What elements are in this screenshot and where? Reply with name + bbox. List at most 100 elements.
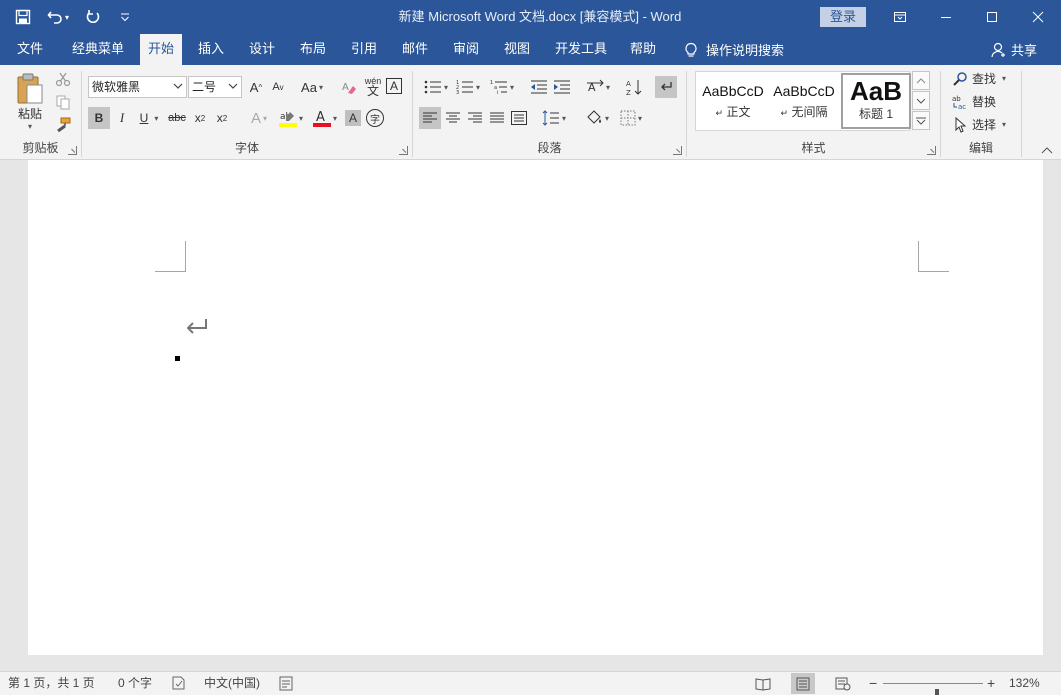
- tab-home[interactable]: 开始: [140, 34, 182, 65]
- show-hide-marks-button[interactable]: [655, 76, 677, 98]
- superscript-button[interactable]: x2: [212, 107, 232, 129]
- align-right-button[interactable]: [464, 107, 486, 129]
- eraser-icon: A: [342, 82, 356, 94]
- shrink-font-button[interactable]: Av: [268, 76, 288, 98]
- borders-button[interactable]: ▾: [615, 107, 647, 129]
- tab-insert[interactable]: 插入: [190, 34, 232, 65]
- multilevel-list-button[interactable]: 1 a i ▾: [485, 76, 519, 98]
- borders-icon: [620, 110, 636, 126]
- font-launcher-icon[interactable]: [399, 146, 408, 155]
- italic-button[interactable]: I: [111, 107, 133, 129]
- bullets-button[interactable]: ▾: [421, 76, 451, 98]
- sort-button[interactable]: AZ: [623, 76, 645, 98]
- highlight-button[interactable]: ab ▾: [276, 107, 306, 129]
- styles-group: 样式: [687, 65, 940, 160]
- tab-mailings[interactable]: 邮件: [394, 34, 436, 65]
- language-indicator[interactable]: 中文(中国): [204, 672, 260, 695]
- window-controls: [877, 0, 1061, 34]
- zoom-slider[interactable]: [883, 683, 983, 695]
- save-button[interactable]: [10, 4, 36, 30]
- tab-review[interactable]: 审阅: [445, 34, 487, 65]
- tab-references[interactable]: 引用: [343, 34, 385, 65]
- tab-design[interactable]: 设计: [241, 34, 283, 65]
- paste-icon: [17, 73, 43, 104]
- bold-button[interactable]: B: [88, 107, 110, 129]
- clipboard-launcher-icon[interactable]: [68, 146, 77, 155]
- justify-button[interactable]: [486, 107, 508, 129]
- editing-group-label: 编辑: [968, 141, 993, 155]
- redo-button[interactable]: [80, 4, 106, 30]
- read-mode-button[interactable]: [751, 673, 775, 694]
- proofing-button[interactable]: [171, 675, 187, 695]
- ribbon-display-options-button[interactable]: [877, 0, 923, 34]
- distributed-button[interactable]: [508, 107, 530, 129]
- change-case-button[interactable]: Aa ▾: [296, 76, 328, 98]
- collapse-ribbon-button[interactable]: [1038, 143, 1056, 157]
- svg-text:A: A: [626, 80, 631, 88]
- character-border-button[interactable]: A: [386, 78, 402, 94]
- copy-button[interactable]: [52, 92, 74, 112]
- undo-button[interactable]: ▾: [42, 4, 74, 30]
- tab-layout[interactable]: 布局: [292, 34, 334, 65]
- line-spacing-button[interactable]: ▾: [539, 107, 569, 129]
- tab-classic-menu[interactable]: 经典菜单: [60, 34, 136, 65]
- zoom-in-button[interactable]: +: [987, 672, 995, 695]
- maximize-button[interactable]: [969, 0, 1015, 34]
- subscript-button[interactable]: x2: [190, 107, 210, 129]
- word-count[interactable]: 0 个字: [118, 672, 152, 695]
- format-painter-button[interactable]: [52, 115, 74, 135]
- styles-group-label: 样式: [801, 141, 826, 155]
- numbering-button[interactable]: 1 2 3 ▾: [453, 76, 483, 98]
- tab-help[interactable]: 帮助: [622, 34, 664, 65]
- close-button[interactable]: [1015, 0, 1061, 34]
- customize-qat-button[interactable]: [112, 4, 138, 30]
- vertical-scrollbar[interactable]: [1044, 160, 1061, 671]
- sort-icon: AZ: [626, 80, 642, 96]
- font-color-button[interactable]: A ▾: [310, 107, 340, 129]
- enclose-characters-label: 字: [370, 114, 380, 126]
- paragraph-group: ▾ 1 2 3 ▾ 1 a i ▾ A ▾ AZ ▾ ▾ ▾ 段落: [413, 65, 686, 160]
- grow-font-button[interactable]: A ^: [246, 76, 266, 98]
- document-page[interactable]: [28, 160, 1043, 655]
- tab-view[interactable]: 视图: [496, 34, 538, 65]
- font-size-combo[interactable]: 二号: [188, 76, 242, 98]
- share-button[interactable]: 共享: [991, 34, 1037, 65]
- paste-dropdown-icon[interactable]: ▾: [28, 122, 32, 131]
- shading-button[interactable]: ▾: [581, 107, 613, 129]
- zoom-percentage[interactable]: 132%: [1009, 672, 1040, 695]
- undo-dropdown-icon[interactable]: ▾: [65, 13, 69, 22]
- enclose-characters-button[interactable]: 字: [366, 109, 384, 127]
- zoom-slider-thumb[interactable]: [935, 689, 939, 695]
- paragraph-launcher-icon[interactable]: [673, 146, 682, 155]
- clear-formatting-button[interactable]: A: [338, 76, 360, 98]
- cut-button[interactable]: [52, 69, 74, 89]
- align-center-button[interactable]: [442, 107, 464, 129]
- text-effects-button[interactable]: A ▾: [244, 107, 274, 129]
- increase-indent-button[interactable]: [552, 76, 572, 98]
- person-icon: [991, 42, 1005, 57]
- paste-button[interactable]: 粘贴 ▾: [10, 69, 50, 135]
- character-shading-button[interactable]: A: [345, 110, 361, 126]
- font-name-combo[interactable]: 微软雅黑: [88, 76, 187, 98]
- web-layout-button[interactable]: [831, 673, 855, 694]
- paint-bucket-icon: [587, 110, 601, 124]
- tell-me-search[interactable]: 操作说明搜索: [684, 34, 784, 65]
- character-shading-label: A: [348, 111, 357, 125]
- styles-launcher-icon[interactable]: [927, 146, 936, 155]
- minimize-button[interactable]: [923, 0, 969, 34]
- page-count[interactable]: 第 1 页，共 1 页: [8, 672, 95, 695]
- print-layout-button[interactable]: [791, 673, 815, 694]
- tab-developer[interactable]: 开发工具: [550, 34, 612, 65]
- align-left-button[interactable]: [419, 107, 441, 129]
- tab-file[interactable]: 文件: [4, 34, 56, 65]
- paragraph-group-label: 段落: [537, 141, 562, 155]
- login-button[interactable]: 登录: [820, 7, 866, 27]
- strikethrough-button[interactable]: abc: [166, 107, 188, 129]
- decrease-indent-button[interactable]: [529, 76, 549, 98]
- paragraph-mark-icon: [186, 319, 207, 334]
- underline-button[interactable]: U ▾: [134, 107, 164, 129]
- phonetic-guide-button[interactable]: wén 文: [362, 73, 384, 99]
- macro-recording-button[interactable]: [279, 675, 293, 695]
- zoom-out-button[interactable]: −: [869, 672, 877, 695]
- asian-layout-button[interactable]: A ▾: [583, 76, 613, 98]
